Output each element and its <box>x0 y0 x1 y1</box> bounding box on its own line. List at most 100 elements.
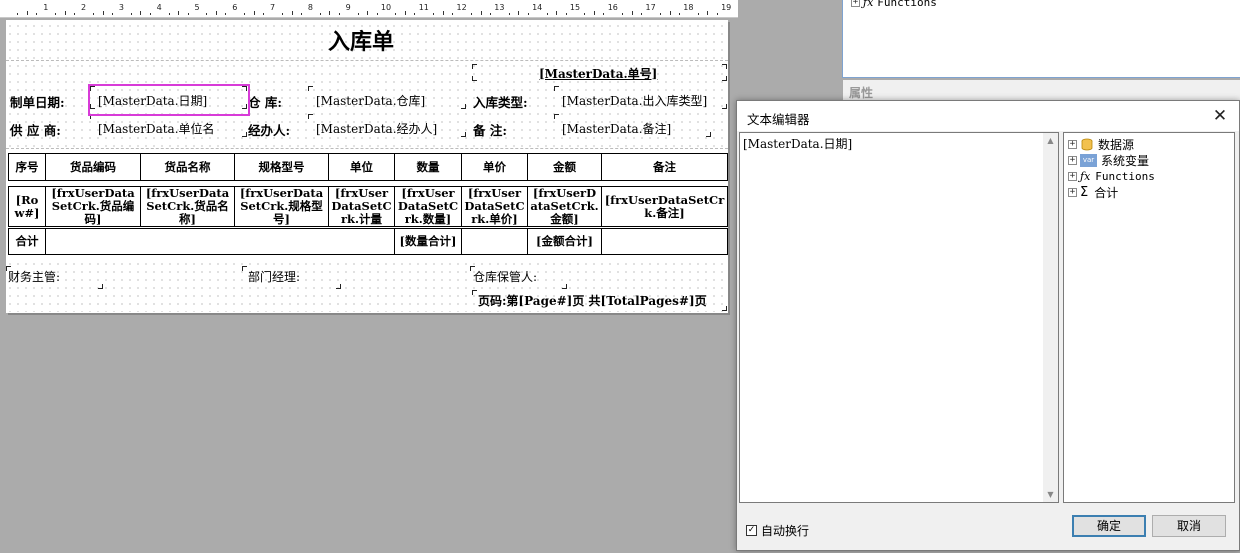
instock-type-label: 入库类型: <box>473 95 528 110</box>
horizontal-ruler: 1 2 3 4 5 6 7 8 9 10 11 12 13 14 15 16 17 18 19 <box>0 0 738 18</box>
remark-label: 备 注: <box>473 123 507 138</box>
cancel-button[interactable]: 取消 <box>1152 515 1226 537</box>
cell-row-number[interactable]: [Row#] <box>8 186 46 227</box>
ruler-tick <box>178 11 180 15</box>
finance-label[interactable]: 财务主管: <box>8 268 60 285</box>
ruler-tick <box>546 13 548 15</box>
expand-icon[interactable]: + <box>1068 139 1077 149</box>
manager-label[interactable]: 部门经理: <box>248 268 300 285</box>
ruler-tick <box>149 13 151 15</box>
scroll-down-icon[interactable]: ▼ <box>1043 487 1058 502</box>
ruler-tick <box>130 13 132 15</box>
ruler-tick <box>93 13 95 15</box>
ruler-tick <box>187 13 189 15</box>
data-tree-panel[interactable]: + ƒx Functions <box>842 0 1240 78</box>
warehouse-field[interactable]: [MasterData.仓库] <box>316 92 425 109</box>
ruler-number: 8 <box>307 3 313 12</box>
ruler-number: 2 <box>81 3 87 12</box>
order-number-field[interactable]: [MasterData.单号] <box>539 65 657 82</box>
cell-price[interactable]: [frxUser DataSetCrk.单价] <box>461 186 528 227</box>
function-icon: ƒx <box>863 0 874 9</box>
expand-icon[interactable]: + <box>851 0 860 7</box>
ruler-tick <box>641 13 643 15</box>
instock-type-field[interactable]: [MasterData.出入库类型] <box>562 92 707 109</box>
ruler-tick <box>329 11 331 15</box>
cell-spec[interactable]: [frxUserData SetCrk.规格型号] <box>234 186 329 227</box>
expression-textarea[interactable] <box>740 133 1044 502</box>
ruler-number: 9 <box>345 3 351 12</box>
ruler-tick <box>74 13 76 15</box>
ruler-tick <box>518 11 520 15</box>
cell-amount[interactable]: [frxUserD ataSetCrk.金额] <box>527 186 602 227</box>
total-blank[interactable] <box>45 228 395 255</box>
word-wrap-checkbox[interactable]: ✓ 自动换行 <box>746 522 809 539</box>
remark-field[interactable]: [MasterData.备注] <box>562 120 671 137</box>
handler-field[interactable]: [MasterData.经办人] <box>316 120 437 137</box>
ruler-tick <box>395 13 397 15</box>
expand-icon[interactable]: + <box>1068 187 1077 197</box>
ruler-number: 13 <box>494 3 505 12</box>
tree-node-system-variables[interactable]: + var 系统变量 <box>1068 152 1149 168</box>
ruler-tick <box>225 13 227 15</box>
cell-remark[interactable]: [frxUserDataSetCrk.备注] <box>601 186 728 227</box>
ruler-number: 19 <box>721 3 732 12</box>
tree-node-functions[interactable]: + ƒx Functions <box>1068 168 1155 184</box>
col-header-unit[interactable]: 单位 <box>328 153 395 181</box>
report-page[interactable]: 入库单 [MasterData.单号] 制单日期: [MasterData.日期… <box>6 20 728 313</box>
ruler-tick <box>367 11 369 15</box>
tree-node-datasource[interactable]: + 数据源 <box>1068 136 1134 152</box>
ruler-number: 7 <box>270 3 276 12</box>
col-header-amount[interactable]: 金额 <box>527 153 602 181</box>
text-editor-dialog[interactable]: 文本编辑器 ✕ ▲ ▼ + 数据源 + var 系统变量 + ƒx Functi… <box>736 100 1240 551</box>
cell-goods-code[interactable]: [frxUserData SetCrk.货品编码] <box>45 186 141 227</box>
sum-icon: Σ <box>1080 184 1089 200</box>
keeper-label[interactable]: 仓库保管人: <box>473 268 537 285</box>
ruler-tick <box>206 13 208 15</box>
ruler-tick <box>102 11 104 15</box>
ruler-tick <box>452 13 454 15</box>
close-icon[interactable]: ✕ <box>1209 106 1231 126</box>
remark-total-blank[interactable] <box>601 228 728 255</box>
col-header-code[interactable]: 货品编码 <box>45 153 141 181</box>
dialog-title-bar[interactable]: 文本编辑器 ✕ <box>737 101 1239 131</box>
col-header-remark[interactable]: 备注 <box>601 153 728 181</box>
scroll-up-icon[interactable]: ▲ <box>1043 133 1058 148</box>
functions-node-label[interactable]: Functions <box>877 0 937 9</box>
ruler-number: 5 <box>194 3 200 12</box>
cell-goods-name[interactable]: [frxUserData SetCrk.货品名称] <box>140 186 235 227</box>
vertical-scrollbar[interactable]: ▲ ▼ <box>1043 133 1058 502</box>
ruler-tick <box>631 11 633 15</box>
price-total-blank[interactable] <box>461 228 528 255</box>
data-source-tree[interactable]: + 数据源 + var 系统变量 + ƒx Functions + Σ 合计 <box>1063 132 1235 503</box>
cell-unit[interactable]: [frxUser DataSetCrk.计量 <box>328 186 395 227</box>
ruler-tick <box>26 11 28 15</box>
supplier-field[interactable]: [MasterData.单位名 <box>98 120 215 137</box>
ruler-tick <box>508 13 510 15</box>
ruler-number: 18 <box>683 3 694 12</box>
col-header-name[interactable]: 货品名称 <box>140 153 235 181</box>
column-header-table: 序号 货品编码 货品名称 规格型号 单位 数量 单价 金额 备注 <box>8 153 728 181</box>
ok-button[interactable]: 确定 <box>1072 515 1146 537</box>
page-number-field[interactable]: 页码:第[Page#]页 共[TotalPages#]页 <box>478 292 707 309</box>
ruler-tick <box>140 11 142 15</box>
expand-icon[interactable]: + <box>1068 155 1077 165</box>
total-label[interactable]: 合计 <box>8 228 46 255</box>
amount-total[interactable]: [金额合计] <box>527 228 602 255</box>
warehouse-label: 仓 库: <box>248 95 282 110</box>
ruler-tick <box>253 11 255 15</box>
qty-total[interactable]: [数量合计] <box>394 228 462 255</box>
checkbox-icon[interactable]: ✓ <box>746 525 757 536</box>
ruler-tick <box>565 13 567 15</box>
ruler-number: 12 <box>456 3 467 12</box>
col-header-spec[interactable]: 规格型号 <box>234 153 329 181</box>
tree-node-totals[interactable]: + Σ 合计 <box>1068 184 1118 200</box>
report-title[interactable]: 入库单 <box>328 24 394 56</box>
expression-editor[interactable]: ▲ ▼ <box>739 132 1059 503</box>
ruler-tick <box>300 13 302 15</box>
col-header-seq[interactable]: 序号 <box>8 153 46 181</box>
col-header-qty[interactable]: 数量 <box>394 153 462 181</box>
expand-icon[interactable]: + <box>1068 171 1077 181</box>
total-row-table: 合计 [数量合计] [金额合计] <box>8 228 728 255</box>
cell-qty[interactable]: [frxUser DataSetCrk.数量] <box>394 186 462 227</box>
col-header-price[interactable]: 单价 <box>461 153 528 181</box>
